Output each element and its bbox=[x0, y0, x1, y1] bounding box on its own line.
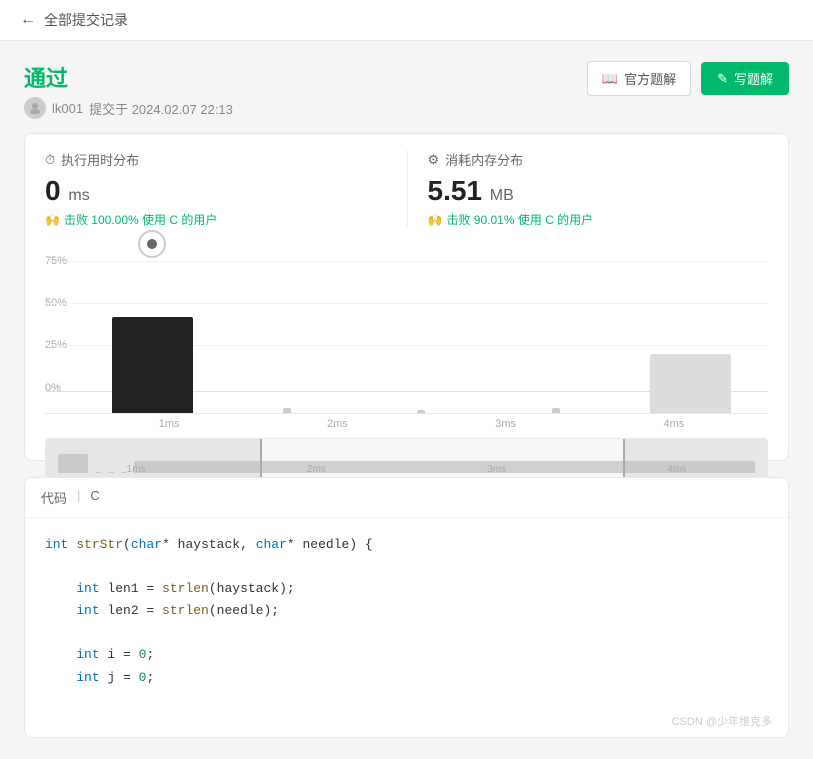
back-arrow[interactable]: ← bbox=[20, 11, 36, 29]
code-line-j: int j = 0 ; bbox=[45, 667, 768, 689]
num-0-j: 0 bbox=[139, 667, 147, 689]
bar-1 bbox=[283, 408, 291, 413]
memory-label: ⚙ 消耗内存分布 bbox=[428, 150, 769, 169]
fn-strStr: strStr bbox=[76, 534, 123, 556]
code-header: 代码 | C bbox=[25, 478, 788, 518]
kw-int-i: int bbox=[76, 644, 99, 666]
kw-int-len2: int bbox=[76, 600, 99, 622]
bar-4 bbox=[650, 354, 731, 413]
status-row: 通过 lk001 提交于 2024.02.07 22:13 📖 官方题解 ✎ 写… bbox=[24, 61, 789, 119]
time-beat: 🙌 击败 100.00% 使用 C 的用户 bbox=[45, 211, 387, 228]
chart-area: 75% 50% 25% 0% bbox=[45, 244, 768, 414]
memory-stats-section: ⚙ 消耗内存分布 5.51 MB 🙌 击败 90.01% 使用 C 的用户 bbox=[407, 150, 769, 228]
x-label-3ms: 3ms bbox=[422, 414, 590, 430]
memory-unit: MB bbox=[490, 187, 514, 204]
main-content: 通过 lk001 提交于 2024.02.07 22:13 📖 官方题解 ✎ 写… bbox=[0, 41, 813, 758]
bar-3 bbox=[552, 408, 560, 413]
kw-int-len1: int bbox=[76, 578, 99, 600]
memory-value: 5.51 MB bbox=[428, 175, 769, 207]
status-passed: 通过 bbox=[24, 61, 233, 93]
status-buttons: 📖 官方题解 ✎ 写题解 bbox=[587, 61, 789, 96]
official-solution-label: 官方题解 bbox=[624, 69, 676, 88]
time-stats-section: ⏱ 执行用时分布 0 ms 🙌 击败 100.00% 使用 C 的用户 bbox=[45, 150, 407, 228]
mini-x-4ms: 4ms bbox=[667, 464, 686, 475]
bar-group-2 bbox=[354, 244, 489, 413]
mini-chart[interactable]: 1ms 2ms 3ms 4ms bbox=[45, 438, 768, 478]
clock-icon: ⏱ bbox=[45, 152, 55, 168]
mini-x-labels: 1ms 2ms 3ms 4ms bbox=[46, 464, 767, 475]
bars-area bbox=[85, 244, 758, 413]
code-label: 代码 bbox=[41, 488, 67, 507]
page-container: ← 全部提交记录 通过 lk001 提交于 2024.02.07 22:13 📖… bbox=[0, 0, 813, 759]
bar-2 bbox=[417, 410, 425, 413]
code-line-len2: int len2 = strlen (needle); bbox=[45, 600, 768, 622]
code-lang: C bbox=[90, 488, 99, 507]
code-body: int strStr ( char * haystack, char * nee… bbox=[25, 518, 788, 705]
x-labels: 1ms 2ms 3ms 4ms bbox=[85, 414, 758, 430]
mini-x-2ms: 2ms bbox=[307, 464, 326, 475]
watermark: CSDN @少年维克多 bbox=[25, 705, 788, 737]
time-value: 0 ms bbox=[45, 175, 387, 207]
kw-int-j: int bbox=[76, 667, 99, 689]
time-label: ⏱ 执行用时分布 bbox=[45, 150, 387, 169]
code-line-blank-2 bbox=[45, 622, 768, 644]
bar-group-4 bbox=[623, 244, 758, 413]
stats-grid: ⏱ 执行用时分布 0 ms 🙌 击败 100.00% 使用 C 的用户 bbox=[45, 150, 768, 228]
official-solution-button[interactable]: 📖 官方题解 bbox=[587, 61, 691, 96]
book-icon: 📖 bbox=[602, 71, 618, 87]
submitter-name: lk001 bbox=[52, 101, 83, 116]
hands-icon: 🙌 bbox=[45, 213, 60, 227]
chart-container: 75% 50% 25% 0% bbox=[45, 244, 768, 444]
memory-beat: 🙌 击败 90.01% 使用 C 的用户 bbox=[428, 211, 769, 228]
hands-icon-2: 🙌 bbox=[428, 213, 443, 227]
code-header-sep: | bbox=[77, 488, 80, 507]
code-line-blank-1 bbox=[45, 556, 768, 578]
code-section: 代码 | C int strStr ( char * haystack, cha… bbox=[24, 477, 789, 738]
bar-group-0 bbox=[85, 244, 220, 413]
code-line-len1: int len1 = strlen (haystack); bbox=[45, 578, 768, 600]
pointer-inner bbox=[147, 239, 157, 249]
stats-card: ⏱ 执行用时分布 0 ms 🙌 击败 100.00% 使用 C 的用户 bbox=[24, 133, 789, 461]
fn-strlen-2: strlen bbox=[162, 600, 209, 622]
bar-0 bbox=[112, 317, 193, 413]
mini-x-1ms: 1ms bbox=[127, 464, 146, 475]
avatar bbox=[24, 97, 46, 119]
status-left: 通过 lk001 提交于 2024.02.07 22:13 bbox=[24, 61, 233, 119]
nav-title: 全部提交记录 bbox=[44, 10, 128, 30]
bar-group-1 bbox=[220, 244, 355, 413]
kw-int-fn: int bbox=[45, 534, 68, 556]
submitted-text: 提交于 2024.02.07 22:13 bbox=[89, 99, 233, 118]
x-label-2ms: 2ms bbox=[253, 414, 421, 430]
x-label-4ms: 4ms bbox=[590, 414, 758, 430]
num-0-i: 0 bbox=[139, 644, 147, 666]
submitter-row: lk001 提交于 2024.02.07 22:13 bbox=[24, 97, 233, 119]
write-solution-label: 写题解 bbox=[734, 69, 773, 88]
fn-strlen-1: strlen bbox=[162, 578, 209, 600]
edit-icon: ✎ bbox=[717, 71, 728, 87]
x-label-1ms: 1ms bbox=[85, 414, 253, 430]
bar-group-3 bbox=[489, 244, 624, 413]
write-solution-button[interactable]: ✎ 写题解 bbox=[701, 62, 789, 95]
top-nav: ← 全部提交记录 bbox=[0, 0, 813, 41]
gear-icon: ⚙ bbox=[428, 152, 440, 168]
mini-x-3ms: 3ms bbox=[487, 464, 506, 475]
pointer-circle bbox=[138, 230, 166, 258]
code-line-i: int i = 0 ; bbox=[45, 644, 768, 666]
code-line-1: int strStr ( char * haystack, char * nee… bbox=[45, 534, 768, 556]
time-unit: ms bbox=[68, 187, 89, 204]
